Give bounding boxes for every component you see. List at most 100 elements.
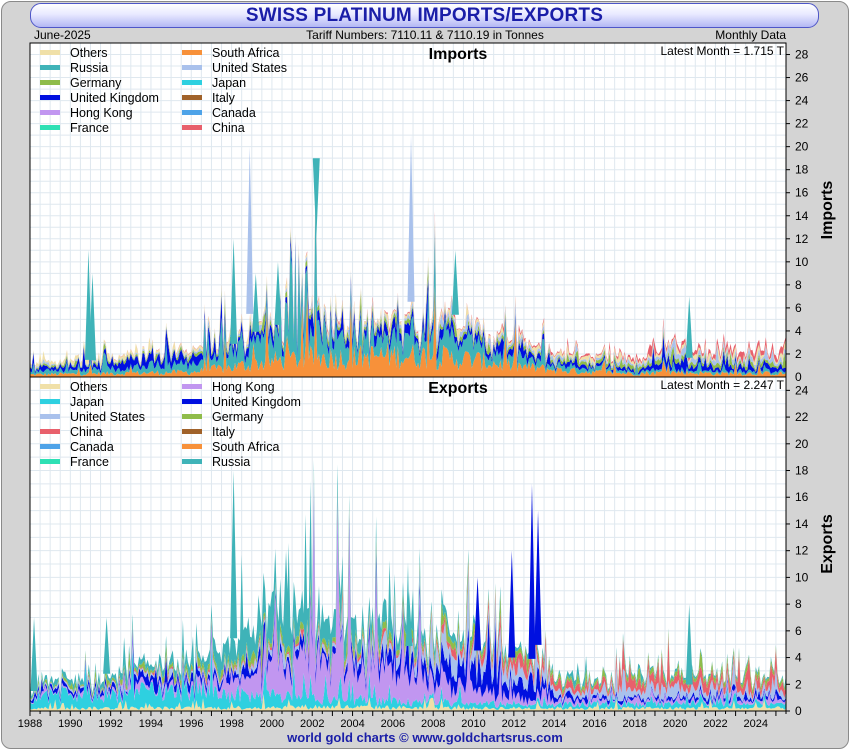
imports-legend-swatch-canada (182, 110, 202, 115)
exports-latest-month: Latest Month = 2.247 T (660, 378, 784, 392)
imports-y-axis: 2468101214161820222426280 (786, 48, 809, 384)
exports-legend-label-france: France (70, 455, 109, 469)
imports-legend-label-south-africa: South Africa (212, 46, 279, 60)
imports-legend-label-canada: Canada (212, 106, 256, 120)
imports-legend-swatch-russia (40, 65, 60, 70)
x-tick-label: 2020 (663, 718, 687, 730)
imports-legend-label-united-states: United States (212, 61, 287, 75)
imports-legend-swatch-china (182, 125, 202, 130)
exports-y-tick-label: 18 (795, 464, 809, 478)
imports-legend-label-russia: Russia (70, 61, 108, 75)
chart-footer: world gold charts © www.goldchartsrus.co… (287, 730, 563, 745)
x-tick-label: 2000 (260, 718, 284, 730)
x-tick-label: 1994 (139, 718, 163, 730)
exports-legend-swatch-italy (182, 429, 202, 434)
imports-legend-swatch-hong-kong (40, 110, 60, 115)
exports-legend-label-china: China (70, 425, 103, 439)
x-tick-label: 1996 (179, 718, 203, 730)
exports-legend-swatch-france (40, 459, 60, 464)
imports-legend-label-france: France (70, 121, 109, 135)
imports-y-tick-label: 2 (795, 347, 802, 361)
exports-legend-label-germany: Germany (212, 410, 264, 424)
exports-legend-swatch-others (40, 384, 60, 389)
exports-legend-label-united-states: United States (70, 410, 145, 424)
imports-y-tick-label: 26 (795, 71, 809, 85)
imports-legend-swatch-italy (182, 95, 202, 100)
exports-legend-swatch-united-kingdom (182, 399, 202, 404)
exports-y-tick-label: 4 (795, 651, 802, 665)
exports-y-tick-label: 20 (795, 437, 809, 451)
imports-y-tick-label: 10 (795, 255, 809, 269)
exports-legend-swatch-china (40, 429, 60, 434)
exports-legend-swatch-germany (182, 414, 202, 419)
exports-y-tick-label: 24 (795, 383, 809, 397)
imports-legend-swatch-japan (182, 80, 202, 85)
imports-y-tick-label: 24 (795, 94, 809, 108)
exports-legend-swatch-south-africa (182, 444, 202, 449)
x-axis: 1988 1990 1992 1994 1996 1998 2000 2002 2004 2006… (18, 711, 787, 730)
exports-legend-swatch-united-states (40, 414, 60, 419)
imports-panel-title: Imports (429, 46, 488, 63)
exports-y-tick-label: 10 (795, 570, 809, 584)
exports-y-tick-label: 16 (795, 490, 809, 504)
imports-y-tick-label: 20 (795, 140, 809, 154)
imports-legend-label-china: China (212, 121, 245, 135)
imports-legend-swatch-south-africa (182, 50, 202, 55)
imports-panel: 2468101214161820222426280ImportsImports L… (29, 42, 836, 384)
exports-legend-label-russia: Russia (212, 455, 250, 469)
imports-y-tick-label: 4 (795, 324, 802, 338)
imports-legend-swatch-united-kingdom (40, 95, 60, 100)
exports-legend-label-others: Others (70, 380, 108, 394)
exports-y-tick-label: 6 (795, 624, 802, 638)
exports-axis-title: Exports (819, 514, 836, 574)
exports-legend-swatch-hong-kong (182, 384, 202, 389)
imports-y-tick-label: 6 (795, 301, 802, 315)
x-tick-label: 2006 (381, 718, 405, 730)
x-tick-label: 2008 (421, 718, 445, 730)
imports-legend-label-others: Others (70, 46, 108, 60)
exports-legend-label-hong-kong: Hong Kong (212, 380, 275, 394)
x-tick-label: 2016 (582, 718, 606, 730)
x-tick-label: 2010 (461, 718, 485, 730)
x-tick-label: 2002 (300, 718, 324, 730)
exports-y-tick-label: 14 (795, 517, 809, 531)
x-tick-label: 2024 (744, 718, 768, 730)
exports-panel: 024681012141618202224ExportsExports Lates… (18, 376, 836, 730)
imports-y-tick-label: 12 (795, 232, 809, 246)
exports-legend-swatch-canada (40, 444, 60, 449)
x-tick-label: 1998 (219, 718, 243, 730)
imports-legend-swatch-france (40, 125, 60, 130)
exports-legend-label-japan: Japan (70, 395, 104, 409)
imports-legend-swatch-others (40, 50, 60, 55)
exports-legend-label-south-africa: South Africa (212, 440, 279, 454)
chart-canvas: 2468101214161820222426280ImportsImports L… (18, 42, 836, 730)
imports-y-tick-label: 0 (795, 370, 802, 384)
exports-y-axis: 024681012141618202224 (786, 383, 809, 718)
exports-legend-label-italy: Italy (212, 425, 236, 439)
exports-panel-title: Exports (428, 380, 488, 397)
x-tick-label: 1988 (18, 718, 42, 730)
imports-legend-label-japan: Japan (212, 76, 246, 90)
x-tick-label: 1990 (58, 718, 82, 730)
imports-y-tick-label: 22 (795, 117, 809, 131)
exports-legend-swatch-japan (40, 399, 60, 404)
x-tick-label: 2022 (703, 718, 727, 730)
imports-axis-title: Imports (819, 181, 836, 240)
imports-y-tick-label: 8 (795, 278, 802, 292)
imports-legend-label-germany: Germany (70, 76, 122, 90)
exports-legend-swatch-russia (182, 459, 202, 464)
imports-legend-label-hong-kong: Hong Kong (70, 106, 133, 120)
exports-y-tick-label: 2 (795, 677, 802, 691)
exports-legend-label-united-kingdom: United Kingdom (212, 395, 301, 409)
x-tick-label: 2014 (542, 718, 566, 730)
x-tick-label: 1992 (98, 718, 122, 730)
x-tick-label: 2012 (502, 718, 526, 730)
exports-y-tick-label: 12 (795, 544, 809, 558)
exports-y-tick-label: 0 (795, 704, 802, 718)
imports-y-tick-label: 18 (795, 163, 809, 177)
exports-y-tick-label: 8 (795, 597, 802, 611)
x-tick-label: 2018 (623, 718, 647, 730)
imports-legend-label-united-kingdom: United Kingdom (70, 91, 159, 105)
imports-y-tick-label: 28 (795, 48, 809, 62)
exports-legend-label-canada: Canada (70, 440, 114, 454)
